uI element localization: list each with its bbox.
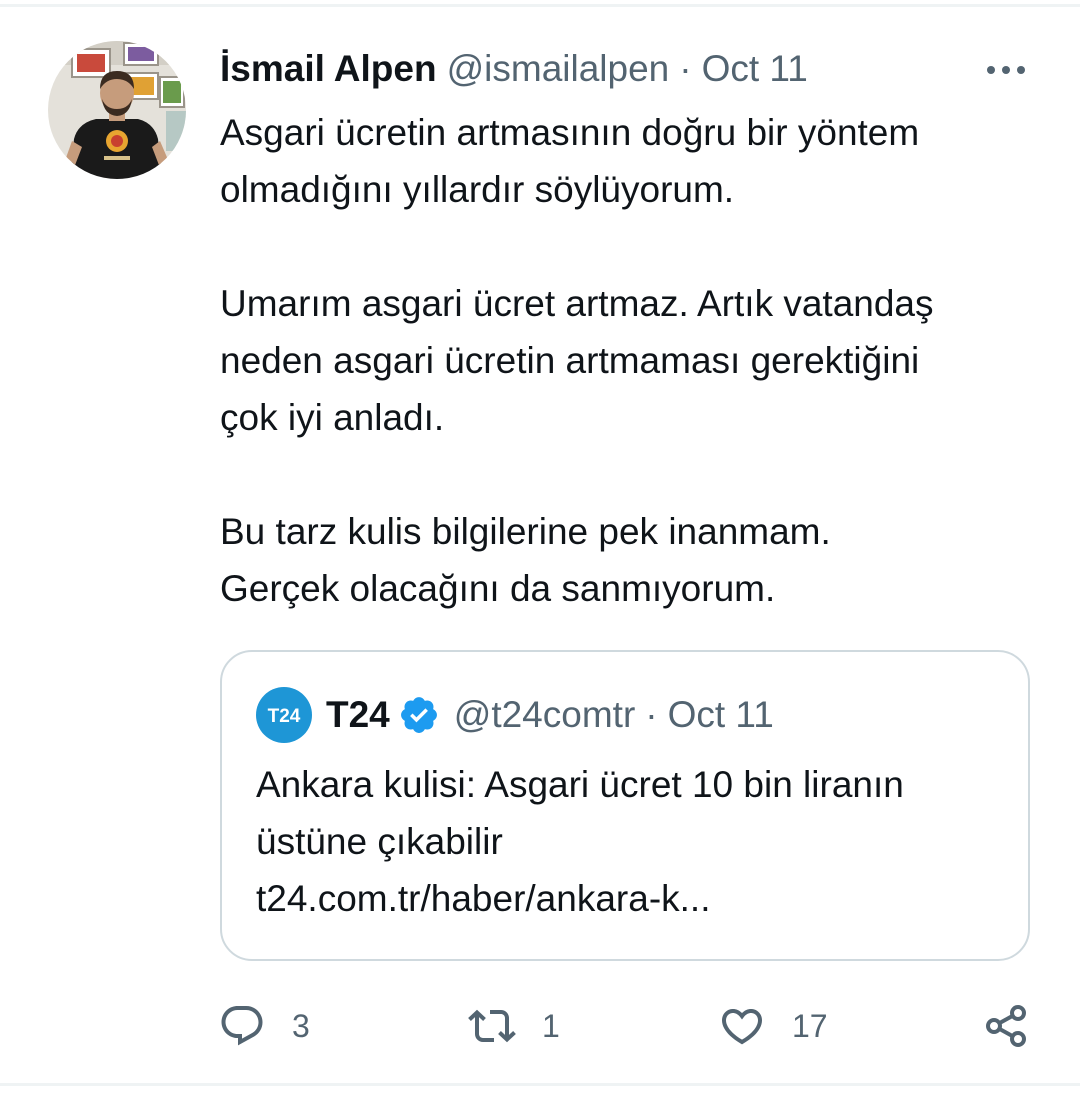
more-options-button[interactable] (978, 50, 1034, 90)
like-count: 17 (792, 1007, 828, 1044)
author-handle[interactable]: @ismailalpen (447, 48, 670, 90)
tweet-header: İsmail Alpen @ismailalpen · Oct 11 (220, 44, 808, 94)
tweet-paragraph: Bu tarz kulis bilgilerine pek inanmam. G… (220, 503, 1060, 617)
retweet-icon (468, 1009, 516, 1043)
author-name[interactable]: İsmail Alpen (220, 48, 437, 90)
quoted-tweet-line: üstüne çıkabilir (256, 821, 503, 862)
tweet-line: Umarım asgari ücret artmaz. Artık vatand… (220, 283, 934, 324)
like-button[interactable]: 17 (718, 996, 828, 1056)
quoted-tweet-link: t24.com.tr/haber/ankara-k... (256, 878, 711, 919)
quoted-author-handle: @t24comtr (453, 694, 636, 735)
quoted-tweet-line: Ankara kulisi: Asgari ücret 10 bin liran… (256, 764, 904, 805)
quoted-author-name: T24 (326, 694, 390, 735)
retweet-button[interactable]: 1 (468, 996, 560, 1056)
quoted-header-separator: · (645, 694, 658, 735)
tweet-line: Asgari ücretin artmasının doğru bir yönt… (220, 112, 920, 153)
quoted-author-avatar[interactable]: T24 (256, 687, 312, 743)
reply-icon (221, 1006, 263, 1046)
quoted-tweet-date: Oct 11 (667, 694, 774, 735)
retweet-count: 1 (542, 1007, 560, 1044)
tweet-text: Asgari ücretin artmasının doğru bir yönt… (220, 104, 1060, 617)
tweet-line: çok iyi anladı. (220, 397, 445, 438)
tweet-paragraph: Umarım asgari ücret artmaz. Artık vatand… (220, 275, 1060, 446)
quoted-tweet[interactable]: T24 T24 @t24comtr · Oct 11 Ankara kulisi… (220, 650, 1030, 961)
tweet-actions: 3 1 17 (0, 996, 1080, 1056)
author-photo (48, 41, 186, 179)
reply-count: 3 (292, 1007, 310, 1044)
heart-icon (721, 1009, 763, 1045)
header-separator: · (679, 48, 692, 89)
tweet-line: neden asgari ücretin artmaması gerektiği… (220, 340, 920, 381)
tweet-line: olmadığını yıllardır söylüyorum. (220, 169, 735, 210)
quoted-avatar-logo-text: T24 (268, 706, 301, 727)
verified-badge-icon (400, 697, 437, 733)
tweet-line: Gerçek olacağını da sanmıyorum. (220, 568, 776, 609)
quoted-tweet-text: Ankara kulisi: Asgari ücret 10 bin liran… (256, 756, 1006, 927)
bottom-divider (0, 1083, 1080, 1086)
tweet-line: Bu tarz kulis bilgilerine pek inanmam. (220, 511, 831, 552)
author-avatar[interactable] (48, 41, 186, 179)
share-icon (986, 1005, 1026, 1047)
more-dots-icon (987, 66, 1025, 74)
tweet-date[interactable]: Oct 11 (702, 48, 808, 90)
tweet-paragraph: Asgari ücretin artmasının doğru bir yönt… (220, 104, 1060, 218)
quoted-tweet-header: T24 T24 @t24comtr · Oct 11 (256, 686, 774, 744)
share-button[interactable] (982, 996, 1030, 1056)
top-divider (0, 4, 1080, 7)
reply-button[interactable]: 3 (218, 996, 310, 1056)
